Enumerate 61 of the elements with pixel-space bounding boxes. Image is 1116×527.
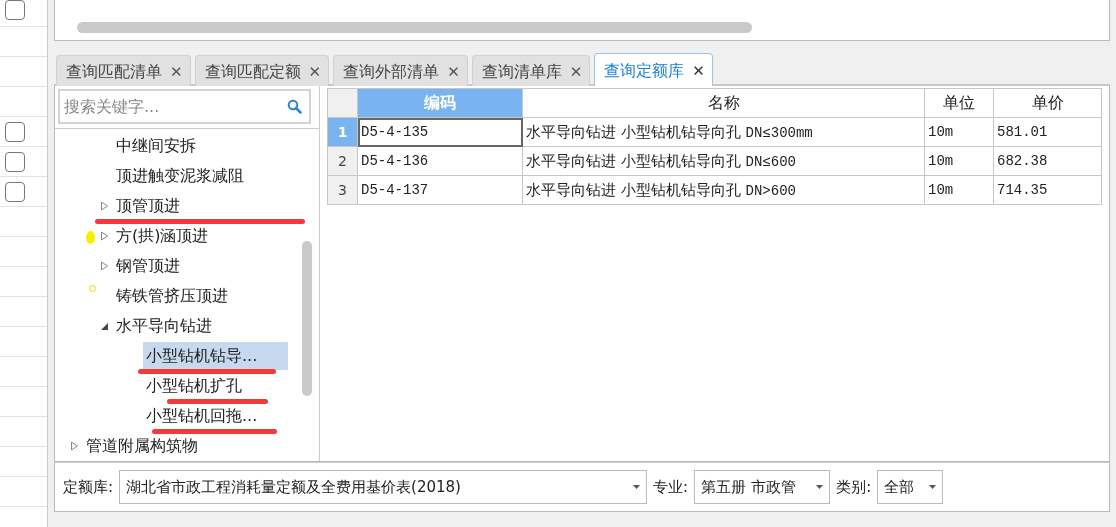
- column-header[interactable]: 单位: [924, 88, 994, 118]
- dropdown[interactable]: 湖北省市政工程消耗量定额及全费用基价表(2018): [119, 470, 648, 504]
- table-cell: D5-4-136: [357, 146, 523, 176]
- row-number[interactable]: 3: [327, 175, 358, 205]
- tree-item[interactable]: 方(拱)涵顶进: [113, 222, 212, 250]
- tree-item[interactable]: 顶进触变泥浆减阻: [113, 162, 247, 190]
- tree-item[interactable]: 小型钻机钻导...: [143, 342, 288, 370]
- search-field[interactable]: 搜索关键字...: [58, 89, 311, 124]
- close-icon[interactable]: ✕: [569, 60, 583, 84]
- expanded-triangle-icon[interactable]: [99, 321, 109, 331]
- collapsed-triangle-icon[interactable]: [99, 201, 109, 211]
- caret-icon: [816, 485, 824, 489]
- table-cell: 10m: [924, 117, 994, 147]
- row-number[interactable]: 2: [327, 146, 358, 176]
- tree-item[interactable]: 铸铁管挤压顶进: [113, 282, 231, 310]
- scrollbar-thumb[interactable]: [77, 22, 752, 33]
- tree-item[interactable]: 中继间安拆: [113, 132, 199, 160]
- tree-item[interactable]: 管道附属构筑物: [83, 432, 201, 460]
- close-icon[interactable]: ✕: [692, 59, 705, 83]
- tree-item[interactable]: 小型钻机扩孔: [143, 372, 245, 400]
- checkbox[interactable]: [5, 181, 25, 202]
- collapsed-triangle-icon[interactable]: [99, 231, 109, 241]
- table-cell: 682.38: [993, 146, 1102, 176]
- tab[interactable]: 查询外部清单 ✕: [333, 55, 468, 86]
- close-icon[interactable]: ✕: [447, 60, 460, 84]
- caret-icon: [633, 485, 641, 489]
- highlight-dot: [86, 231, 95, 244]
- close-icon[interactable]: ✕: [308, 60, 322, 84]
- tab[interactable]: 查询匹配定额 ✕: [194, 55, 330, 86]
- filter-label: 专业:: [653, 476, 689, 498]
- table-cell: 水平导向钻进 小型钻机钻导向孔 DN≤600: [522, 146, 925, 176]
- table-cell: 10m: [924, 175, 994, 205]
- column-header[interactable]: 单价: [993, 88, 1102, 118]
- table-cell: 581.01: [993, 117, 1102, 147]
- collapsed-triangle-icon[interactable]: [99, 261, 109, 271]
- table-cell: D5-4-135: [357, 117, 523, 147]
- close-icon[interactable]: ✕: [170, 60, 183, 84]
- checkbox[interactable]: [5, 151, 25, 172]
- tree-item[interactable]: 钢管顶进: [113, 252, 183, 280]
- table-cell: 714.35: [993, 175, 1102, 205]
- column-header[interactable]: 名称: [522, 88, 925, 118]
- dropdown[interactable]: 第五册 市政管: [694, 470, 831, 504]
- dropdown[interactable]: 全部: [877, 470, 944, 504]
- filter-label: 定额库:: [63, 476, 114, 498]
- checkbox[interactable]: [5, 0, 25, 20]
- tab[interactable]: 查询匹配清单 ✕: [56, 55, 191, 86]
- search-icon[interactable]: [287, 99, 302, 114]
- table-cell: D5-4-137: [357, 175, 523, 205]
- tree-item[interactable]: 顶管顶进: [113, 192, 183, 220]
- tab[interactable]: 查询定额库 ✕: [594, 53, 713, 86]
- filter-label: 类别:: [836, 476, 872, 498]
- caret-icon: [929, 485, 937, 489]
- collapsed-triangle-icon[interactable]: [69, 441, 79, 451]
- tree-item[interactable]: 水平导向钻进: [113, 312, 215, 340]
- table-cell: 水平导向钻进 小型钻机钻导向孔 DN≤300mm: [522, 117, 925, 147]
- checkbox[interactable]: [5, 121, 25, 142]
- table-cell: 水平导向钻进 小型钻机钻导向孔 DN>600: [522, 175, 925, 205]
- tab[interactable]: 查询清单库 ✕: [471, 55, 591, 86]
- tree-item[interactable]: 小型钻机回拖...: [143, 402, 261, 430]
- scrollbar-thumb[interactable]: [302, 241, 312, 396]
- table-cell: 10m: [924, 146, 994, 176]
